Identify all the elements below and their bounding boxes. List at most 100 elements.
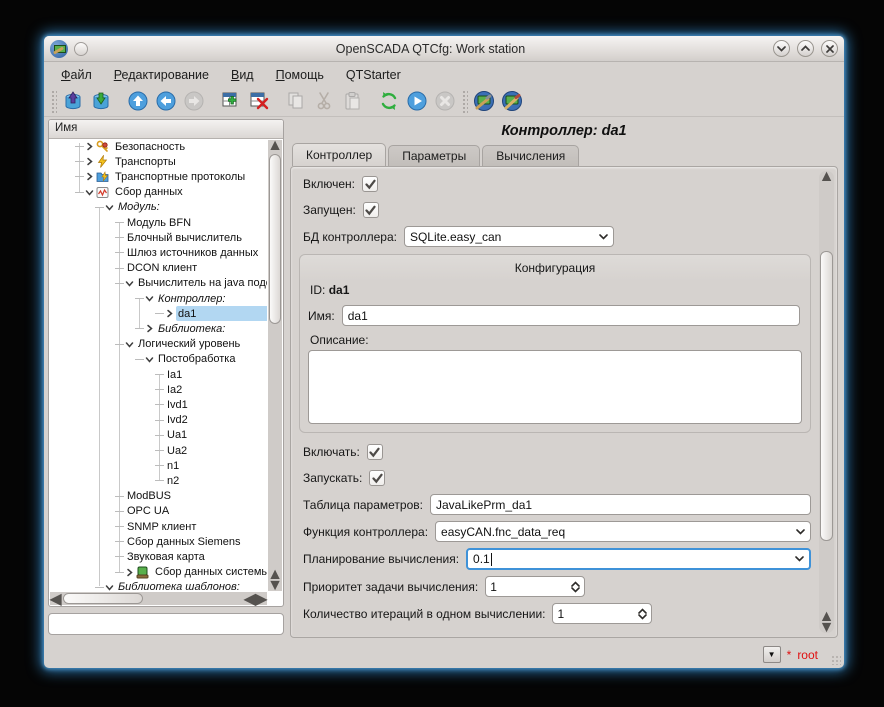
enabled-checkbox[interactable] — [362, 176, 378, 192]
tree-item-библиотека-шаблонов-[interactable]: Библиотека шаблонов: — [49, 580, 267, 592]
minimize-button[interactable] — [773, 40, 790, 57]
expand-arrow-icon[interactable] — [145, 324, 154, 333]
tree-item-блочный-вычислитель[interactable]: Блочный вычислитель — [49, 230, 267, 245]
close-button[interactable] — [821, 40, 838, 57]
save-to-db-button[interactable] — [87, 88, 115, 115]
tree-item-ia1[interactable]: Ia1 — [49, 367, 267, 382]
tree-horizontal-scrollbar[interactable]: ◀ ◀ ▶ — [50, 592, 267, 605]
scrollbar-thumb[interactable] — [63, 593, 143, 604]
to-enable-checkbox[interactable] — [367, 444, 383, 460]
tree-item-ia2[interactable]: Ia2 — [49, 382, 267, 397]
tree-item-n2[interactable]: n2 — [49, 473, 267, 488]
user-dropdown-button[interactable]: ▼ — [763, 646, 781, 663]
tab-3[interactable]: Вычисления — [482, 145, 579, 166]
scroll-down-icon[interactable]: ▼ — [268, 580, 282, 591]
vision-launcher-button[interactable] — [498, 88, 526, 115]
tree-item-вычислитель-на-java-подобном[interactable]: Вычислитель на java подобном — [49, 276, 267, 291]
expand-arrow-icon[interactable] — [85, 157, 94, 166]
menu-item-2[interactable]: Редактирование — [105, 66, 218, 84]
tree-item-модуль-[interactable]: Модуль: — [49, 200, 267, 215]
tree-item-контроллер-[interactable]: Контроллер: — [49, 291, 267, 306]
scroll-left-icon[interactable]: ◀ — [244, 592, 255, 605]
collapse-arrow-icon[interactable] — [125, 279, 134, 288]
tree-item-ua2[interactable]: Ua2 — [49, 443, 267, 458]
controller-function-select[interactable]: easyCAN.fnc_data_req — [435, 521, 811, 542]
expand-arrow-icon[interactable] — [125, 568, 134, 577]
menu-item-5[interactable]: QTStarter — [337, 66, 410, 84]
iterations-spinbox[interactable]: 1 — [552, 603, 652, 624]
collapse-arrow-icon[interactable] — [125, 340, 134, 349]
name-input[interactable]: da1 — [342, 305, 800, 326]
tree-item-постобработка[interactable]: Постобработка — [49, 352, 267, 367]
tree-filter-input[interactable] — [48, 613, 284, 635]
go-back-button[interactable] — [152, 88, 180, 115]
to-start-checkbox[interactable] — [369, 470, 385, 486]
tree-item-opc-ua[interactable]: OPC UA — [49, 504, 267, 519]
tree-item-библиотека-[interactable]: Библиотека: — [49, 321, 267, 336]
scrollbar-thumb[interactable] — [269, 154, 281, 324]
tab-2[interactable]: Параметры — [388, 145, 480, 166]
delete-item-button[interactable] — [245, 88, 273, 115]
tree-item-n1[interactable]: n1 — [49, 458, 267, 473]
tree-item-ivd2[interactable]: Ivd2 — [49, 413, 267, 428]
collapse-arrow-icon[interactable] — [145, 294, 154, 303]
param-table-input[interactable]: JavaLikePrm_da1 — [430, 494, 811, 515]
security-keys-icon — [96, 140, 109, 153]
collapse-arrow-icon[interactable] — [105, 203, 114, 212]
collapse-arrow-icon[interactable] — [105, 583, 114, 592]
spinner-arrows-icon[interactable] — [571, 581, 580, 593]
scrollbar-thumb[interactable] — [820, 251, 833, 541]
running-checkbox[interactable] — [363, 202, 379, 218]
scroll-up-icon[interactable]: ▲ — [819, 171, 834, 183]
tree-item-сбор-данных-siemens[interactable]: Сбор данных Siemens — [49, 534, 267, 549]
tree-item-dcon-клиент[interactable]: DCON клиент — [49, 261, 267, 276]
tree-item-транспорты[interactable]: Транспорты — [49, 154, 267, 169]
toolbar-handle[interactable] — [461, 89, 468, 113]
tree-item-модуль-bfn[interactable]: Модуль BFN — [49, 215, 267, 230]
tab-1[interactable]: Контроллер — [292, 143, 386, 166]
expand-arrow-icon[interactable] — [85, 142, 94, 151]
menu-item-1[interactable]: Файл — [52, 66, 101, 84]
tree-item-транспортные-протоколы[interactable]: Транспортные протоколы — [49, 169, 267, 184]
menu-item-3[interactable]: Вид — [222, 66, 263, 84]
form-vertical-scrollbar[interactable]: ▲ ▲ ▼ — [819, 171, 834, 633]
qtcfg-launcher-button[interactable] — [470, 88, 498, 115]
load-from-db-button[interactable] — [59, 88, 87, 115]
tree-item-modbus[interactable]: ModBUS — [49, 489, 267, 504]
calc-schedule-combobox[interactable]: 0.1 — [466, 548, 811, 570]
toolbar-handle[interactable] — [50, 89, 57, 113]
tree-item-сбор-данных-системы[interactable]: Сбор данных системы — [49, 565, 267, 580]
tree-item-безопасность[interactable]: Безопасность — [49, 139, 267, 154]
expand-arrow-icon[interactable] — [165, 309, 174, 318]
scroll-down-icon[interactable]: ▼ — [819, 622, 834, 633]
resize-grip[interactable] — [831, 655, 841, 665]
task-priority-spinbox[interactable]: 1 — [485, 576, 585, 597]
titlebar[interactable]: OpenSCADA QTCfg: Work station — [44, 36, 844, 62]
collapse-arrow-icon[interactable] — [145, 355, 154, 364]
scroll-right-icon[interactable]: ▶ — [256, 592, 267, 605]
tree-item-логический-уровень[interactable]: Логический уровень — [49, 337, 267, 352]
tree-item-сбор-данных[interactable]: Сбор данных — [49, 185, 267, 200]
tree-item-snmp-клиент[interactable]: SNMP клиент — [49, 519, 267, 534]
tree-item-звуковая-карта[interactable]: Звуковая карта — [49, 549, 267, 564]
tree-item-шлюз-источников-данных[interactable]: Шлюз источников данных — [49, 245, 267, 260]
tree-header-name[interactable]: Имя — [49, 120, 283, 139]
tree-item-ivd1[interactable]: Ivd1 — [49, 397, 267, 412]
collapse-arrow-icon[interactable] — [85, 188, 94, 197]
tree-item-ua1[interactable]: Ua1 — [49, 428, 267, 443]
titlebar-menu-button[interactable] — [74, 42, 88, 56]
controller-db-select[interactable]: SQLite.easy_can — [404, 226, 614, 247]
tree-item-da1[interactable]: da1 — [49, 306, 267, 321]
maximize-button[interactable] — [797, 40, 814, 57]
description-textarea[interactable] — [308, 350, 802, 424]
menu-item-4[interactable]: Помощь — [267, 66, 333, 84]
go-up-button[interactable] — [124, 88, 152, 115]
tree-vertical-scrollbar[interactable]: ▲ ▲ ▼ — [268, 140, 282, 591]
scroll-left-icon[interactable]: ◀ — [50, 592, 61, 605]
expand-arrow-icon[interactable] — [85, 172, 94, 181]
scroll-up-icon[interactable]: ▲ — [268, 140, 282, 152]
add-item-button[interactable] — [217, 88, 245, 115]
spinner-arrows-icon[interactable] — [638, 608, 647, 620]
refresh-button[interactable] — [375, 88, 403, 115]
start-button[interactable] — [403, 88, 431, 115]
